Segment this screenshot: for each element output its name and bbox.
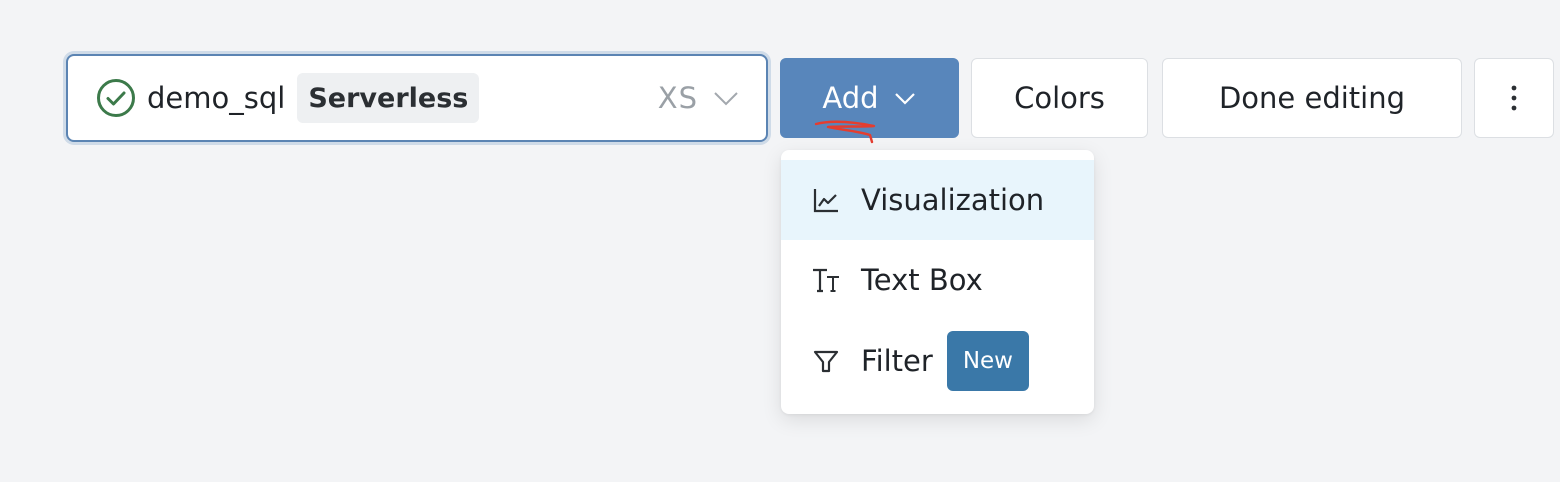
warehouse-size: XS [657,81,698,115]
colors-button-label: Colors [1014,81,1105,115]
more-vertical-icon [1510,84,1518,112]
done-editing-button[interactable]: Done editing [1162,58,1462,138]
warehouse-type-tag: Serverless [297,73,480,123]
line-chart-icon [811,185,841,215]
text-format-icon [811,265,841,295]
chevron-down-icon[interactable] [712,84,740,112]
warehouse-name: demo_sql [147,81,286,115]
menu-item-label: Visualization [861,183,1045,217]
colors-button[interactable]: Colors [971,58,1148,138]
more-options-button[interactable] [1474,58,1554,138]
chevron-down-icon [893,86,917,110]
menu-item-text-box[interactable]: Text Box [781,240,1094,320]
new-badge: New [946,331,1029,391]
add-button-label: Add [822,81,879,115]
add-dropdown-menu: Visualization Text Box Filter New [781,150,1094,414]
menu-item-filter[interactable]: Filter New [781,321,1094,401]
check-circle-icon [96,78,136,118]
annotation-scribble [814,120,876,144]
warehouse-selector[interactable]: demo_sql Serverless XS [66,54,768,142]
menu-item-label: Filter [861,344,933,378]
menu-item-visualization[interactable]: Visualization [781,160,1094,240]
menu-item-label: Text Box [861,263,983,297]
done-editing-label: Done editing [1218,81,1406,115]
filter-icon [811,346,841,376]
